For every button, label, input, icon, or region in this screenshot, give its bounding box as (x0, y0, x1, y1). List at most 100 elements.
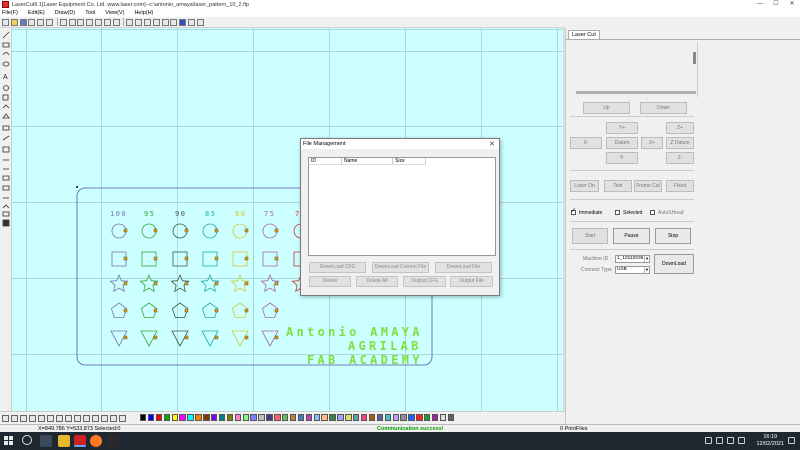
print-icon[interactable] (45, 18, 53, 26)
network-icon[interactable] (716, 437, 723, 444)
tray-chevron-icon[interactable] (705, 437, 712, 444)
download-current-file-button[interactable]: DownLoad Current File (372, 262, 429, 273)
color-swatch[interactable] (203, 414, 210, 421)
delete-all-button[interactable]: Delete All (356, 276, 398, 287)
align-icon[interactable] (20, 414, 27, 422)
dialog-close-icon[interactable]: ✕ (489, 140, 495, 148)
drawing-tools-icons[interactable]: A (0, 28, 12, 411)
immediate-checkbox[interactable] (571, 207, 576, 215)
z-minus-button[interactable]: Z- (666, 152, 694, 164)
color-swatch[interactable] (226, 414, 234, 421)
y-minus-button[interactable]: Y- (606, 152, 638, 164)
color-swatch[interactable] (211, 414, 218, 421)
color-swatch[interactable] (424, 414, 431, 421)
color-swatch[interactable] (163, 414, 171, 421)
firefox-icon[interactable] (90, 435, 102, 447)
cut-path-icon[interactable] (187, 18, 195, 26)
laser-on-button[interactable]: Laser On (570, 180, 599, 192)
connect-type-select[interactable]: USB ▼ (615, 266, 650, 274)
color-swatch[interactable] (400, 414, 407, 421)
open-file-icon[interactable] (10, 18, 18, 26)
color-swatch[interactable] (313, 414, 320, 421)
color-swatch[interactable] (416, 414, 423, 421)
menu-draw[interactable]: Draw(D) (55, 10, 75, 16)
x-plus-button[interactable]: X+ (641, 137, 663, 149)
zoom-out-icon[interactable] (68, 18, 76, 26)
color-swatch[interactable] (360, 414, 368, 421)
paste-icon[interactable] (135, 18, 143, 26)
align-icon[interactable] (47, 414, 54, 422)
color-swatch[interactable] (321, 414, 328, 421)
test-button[interactable]: Test (604, 180, 632, 192)
color-swatch[interactable] (147, 414, 155, 421)
color-swatch[interactable] (289, 414, 297, 421)
settings-icon[interactable] (196, 18, 204, 26)
color-swatch[interactable] (195, 414, 202, 421)
color-swatch[interactable] (337, 414, 344, 421)
color-swatch[interactable] (439, 414, 447, 421)
color-swatch[interactable] (171, 414, 178, 421)
speaker-icon[interactable] (727, 437, 734, 444)
align-icon[interactable] (2, 414, 9, 422)
color-swatch[interactable] (218, 414, 226, 421)
page-icon[interactable] (103, 18, 111, 26)
selected-checkbox[interactable] (615, 210, 620, 215)
save-icon[interactable] (19, 18, 27, 26)
pan-icon[interactable] (94, 18, 102, 26)
frame-cut-button[interactable]: Frame Cut (634, 180, 662, 192)
z-datum-button[interactable]: Z Datum (666, 137, 694, 149)
color-swatch[interactable] (368, 414, 376, 421)
color-swatch[interactable] (384, 414, 391, 421)
color-swatch[interactable] (258, 414, 265, 421)
output-cfg-button[interactable]: Output CFG (403, 276, 446, 287)
undo-icon[interactable] (143, 18, 151, 26)
refresh-icon[interactable] (112, 18, 120, 26)
copy-icon[interactable] (126, 18, 134, 26)
menu-help[interactable]: Help(H) (134, 10, 153, 16)
color-swatch[interactable] (345, 414, 352, 421)
layer-list-hscrollbar[interactable] (576, 91, 696, 94)
align-icon[interactable] (65, 414, 72, 422)
menu-tool[interactable]: Tool (85, 10, 95, 16)
color-swatch[interactable] (392, 414, 399, 421)
align-icon[interactable] (119, 414, 126, 422)
machine-id-select[interactable]: 1_10110036 ▼ (615, 255, 650, 263)
color-swatch[interactable] (353, 414, 360, 421)
align-icon[interactable] (11, 414, 18, 422)
color-swatch[interactable] (266, 414, 273, 421)
select-icon[interactable] (170, 18, 178, 26)
maximize-button[interactable]: ☐ (768, 0, 784, 9)
tab-laser-cut[interactable]: Laser Cut (568, 30, 600, 39)
z-plus-button[interactable]: Z+ (666, 122, 694, 134)
battery-icon[interactable] (738, 437, 745, 444)
import-icon[interactable] (28, 18, 36, 26)
stop-button[interactable]: Stop (655, 228, 691, 244)
export-icon[interactable] (37, 18, 45, 26)
close-button[interactable]: ✕ (784, 0, 800, 9)
align-icon[interactable] (56, 414, 63, 422)
align-icon[interactable] (101, 414, 108, 422)
menu-file[interactable]: File(F) (2, 10, 18, 16)
x-minus-button[interactable]: X- (570, 137, 602, 149)
align-icon[interactable] (92, 414, 99, 422)
align-icon[interactable] (29, 414, 36, 422)
color-swatch[interactable] (376, 414, 384, 421)
color-swatch[interactable] (250, 414, 257, 421)
node-edit-icon[interactable] (179, 18, 187, 26)
download-button[interactable]: DownLoad (654, 254, 694, 274)
download-file-button[interactable]: DownLoad File (435, 262, 492, 273)
align-icon[interactable] (83, 414, 90, 422)
color-swatch[interactable] (408, 414, 415, 421)
menu-edit[interactable]: Edit(E) (28, 10, 45, 16)
task-view-icon[interactable] (40, 435, 52, 447)
minimize-button[interactable]: — (752, 0, 768, 9)
autoshead-checkbox[interactable] (650, 210, 655, 215)
color-swatch[interactable] (155, 414, 163, 421)
color-swatch[interactable] (305, 414, 313, 421)
color-swatch[interactable] (297, 414, 305, 421)
delete-button[interactable]: Delete (309, 276, 351, 287)
column-name[interactable]: Name (342, 158, 393, 165)
pause-button[interactable]: Pause (613, 228, 650, 244)
output-file-button[interactable]: Output File (450, 276, 493, 287)
lasercut-taskbar-icon[interactable] (74, 435, 86, 447)
